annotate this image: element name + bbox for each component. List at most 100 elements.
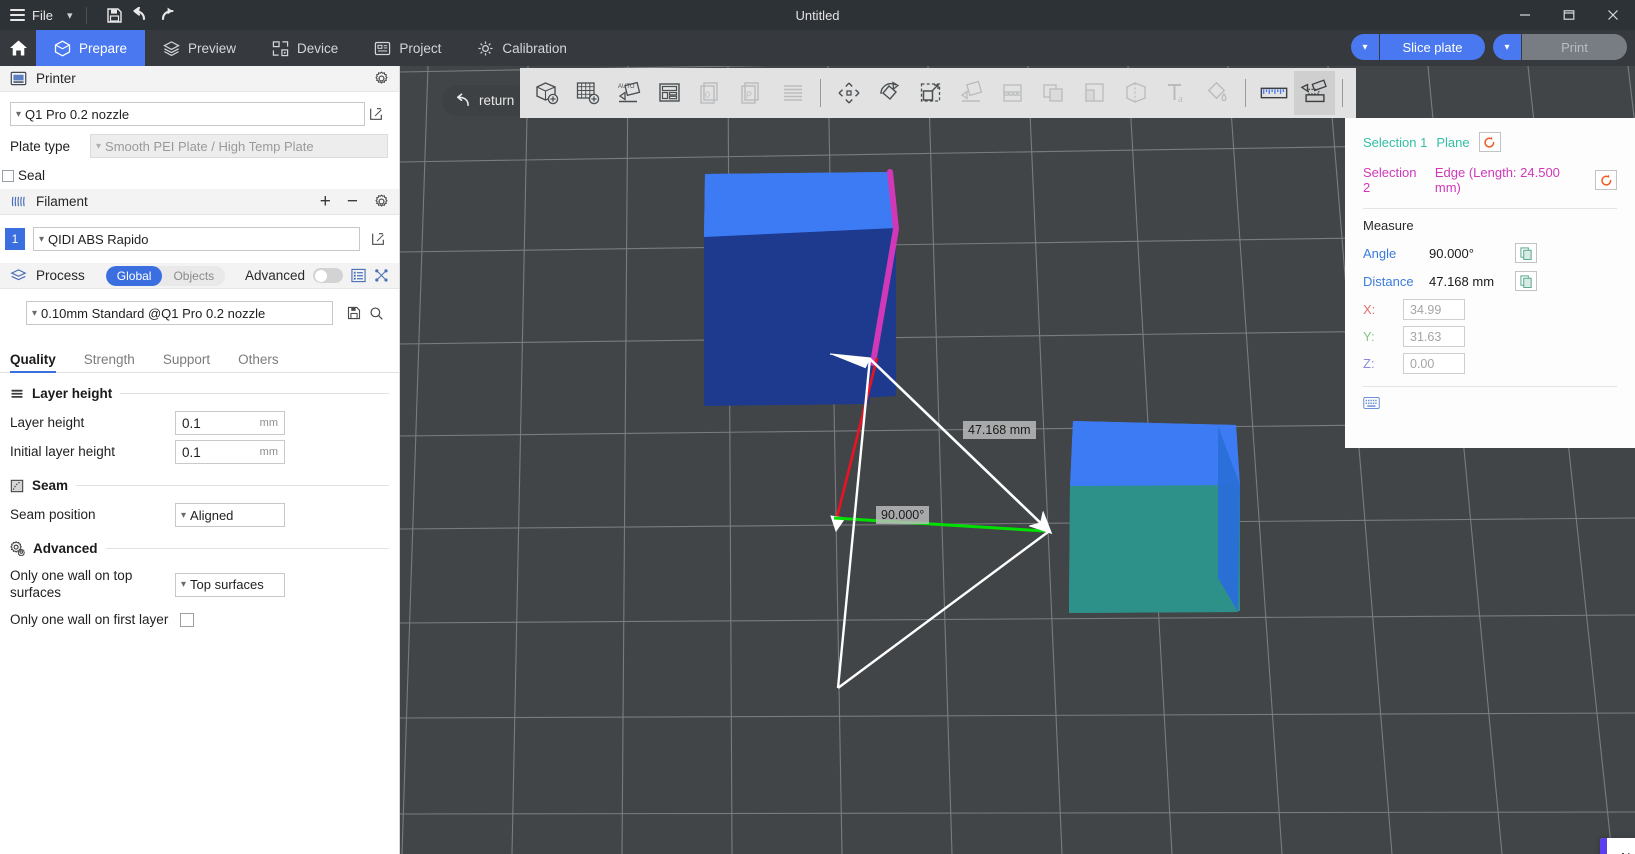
tab-prepare[interactable]: Prepare [36, 30, 145, 66]
tab-preview[interactable]: Preview [145, 30, 254, 66]
maximize-icon[interactable] [1547, 0, 1591, 30]
rotate-icon[interactable] [869, 71, 910, 115]
print-dropdown-icon[interactable]: ▾ [1493, 34, 1521, 60]
save-preset-icon[interactable] [343, 306, 365, 320]
group-seam-title: Seam [32, 478, 68, 493]
color-paint-icon [1197, 71, 1238, 115]
scale-icon[interactable] [910, 71, 951, 115]
plate-type-row: Plate type ▾ Smooth PEI Plate / High Tem… [0, 134, 399, 158]
file-menu-button[interactable]: File [0, 8, 53, 23]
tab-others[interactable]: Others [238, 352, 279, 372]
main-nav-bar: Prepare Preview Device Project Calibrati… [0, 30, 1635, 66]
minimize-icon[interactable] [1503, 0, 1547, 30]
tab-device[interactable]: Device [254, 30, 356, 66]
distance-row: Distance 47.168 mm [1363, 271, 1617, 291]
model-cube-2 [1069, 421, 1240, 613]
axis-z-input[interactable]: 0.00 [1403, 353, 1465, 374]
nav-action-buttons: ▾ Slice plate ▾ Print [1351, 34, 1627, 60]
assembly-view-icon[interactable] [1253, 71, 1294, 115]
printer-preset-combo[interactable]: ▾ Q1 Pro 0.2 nozzle [10, 102, 365, 126]
filament-spool-icon [10, 194, 27, 209]
selection-2-reset-icon[interactable] [1595, 170, 1617, 190]
seal-row: Seal [0, 168, 399, 183]
arrange-layout-icon[interactable] [649, 71, 690, 115]
tab-prepare-label: Prepare [79, 41, 127, 56]
move-icon[interactable] [828, 71, 869, 115]
tab-strength[interactable]: Strength [84, 352, 135, 372]
selection-2-label: Selection 2 [1363, 165, 1426, 195]
parameter-list-icon[interactable] [351, 268, 366, 283]
copy-object-icon: 0 [690, 71, 731, 115]
tab-preview-label: Preview [188, 41, 236, 56]
add-filament-button[interactable]: + [320, 192, 331, 211]
return-label: return [479, 93, 514, 108]
keyboard-shortcut-icon[interactable] [1363, 396, 1617, 414]
tab-project-label: Project [399, 41, 441, 56]
plate-type-combo[interactable]: ▾ Smooth PEI Plate / High Temp Plate [90, 134, 388, 158]
filament-index-badge[interactable]: 1 [5, 228, 25, 250]
angle-copy-icon[interactable] [1515, 243, 1537, 263]
axis-y-input[interactable]: 31.63 [1403, 326, 1465, 347]
setting-one-wall-first: Only one wall on first layer [0, 612, 399, 629]
axis-x-input[interactable]: 34.99 [1403, 299, 1465, 320]
distance-copy-icon[interactable] [1515, 271, 1537, 291]
tab-support[interactable]: Support [163, 352, 210, 372]
return-button[interactable]: return [442, 85, 531, 116]
filament-edit-icon[interactable] [368, 232, 389, 246]
seal-label: Seal [18, 168, 45, 183]
print-button[interactable]: Print [1522, 34, 1627, 60]
3d-viewport[interactable]: return AUTO 0 P [400, 66, 1635, 854]
slice-plate-dropdown-icon[interactable]: ▾ [1351, 34, 1379, 60]
one-wall-top-combo[interactable]: ▾ Top surfaces [175, 573, 285, 597]
printer-edit-icon[interactable] [365, 107, 387, 121]
selection-1-reset-icon[interactable] [1479, 132, 1501, 152]
measure-icon[interactable] [1294, 71, 1335, 115]
tab-project[interactable]: Project [356, 30, 459, 66]
undo-icon[interactable] [127, 2, 153, 28]
search-preset-icon[interactable] [365, 306, 387, 321]
chevron-down-icon[interactable]: ▾ [67, 9, 73, 22]
toolbar-divider [820, 79, 821, 107]
file-menu-label: File [32, 8, 53, 23]
add-object-icon[interactable] [526, 71, 567, 115]
tab-calibration[interactable]: Calibration [459, 30, 585, 66]
seal-checkbox[interactable] [2, 170, 14, 182]
print-split-button: ▾ Print [1493, 34, 1627, 60]
svg-text:0: 0 [705, 90, 710, 100]
close-icon[interactable] [1591, 0, 1635, 30]
layer-height-input[interactable]: 0.1 mm [175, 411, 285, 435]
seam-icon [10, 479, 24, 493]
home-icon[interactable] [0, 30, 36, 66]
divider [106, 548, 389, 549]
process-scope-global[interactable]: Global [106, 266, 163, 286]
add-plate-icon[interactable] [567, 71, 608, 115]
slice-plate-button[interactable]: Slice plate [1380, 34, 1485, 60]
layers-icon [163, 40, 180, 57]
setting-initial-layer-height: Initial layer height 0.1 mm [0, 440, 399, 464]
remove-filament-button[interactable]: − [347, 192, 358, 211]
printer-section-title: Printer [36, 71, 76, 86]
tab-quality[interactable]: Quality [10, 352, 56, 372]
compare-presets-icon[interactable] [374, 268, 389, 283]
distance-value: 47.168 mm [1429, 274, 1515, 289]
redo-icon[interactable] [153, 2, 179, 28]
auto-arrange-icon[interactable]: AUTO [608, 71, 649, 115]
axis-y-label: Y: [1363, 329, 1403, 344]
layers-list-icon [772, 71, 813, 115]
filament-settings-gear-icon[interactable] [374, 194, 389, 209]
printer-preset-row: ▾ Q1 Pro 0.2 nozzle [0, 102, 399, 126]
viewport-toolbar: AUTO 0 P [520, 68, 1356, 118]
group-seam: Seam [0, 478, 399, 493]
tab-device-label: Device [297, 41, 338, 56]
process-scope-objects[interactable]: Objects [162, 266, 225, 286]
save-icon[interactable] [101, 2, 127, 28]
filament-preset-combo[interactable]: ▾ QIDI ABS Rapido [33, 227, 360, 251]
selection-1-value: Plane [1436, 135, 1469, 150]
process-preset-combo[interactable]: ▾ 0.10mm Standard @Q1 Pro 0.2 nozzle [26, 301, 333, 325]
divider [76, 485, 389, 486]
initial-layer-height-input[interactable]: 0.1 mm [175, 440, 285, 464]
seam-position-combo[interactable]: ▾ Aligned [175, 503, 285, 527]
printer-settings-gear-icon[interactable] [374, 71, 389, 86]
advanced-toggle-switch[interactable] [313, 268, 343, 283]
one-wall-first-checkbox[interactable] [180, 613, 194, 627]
